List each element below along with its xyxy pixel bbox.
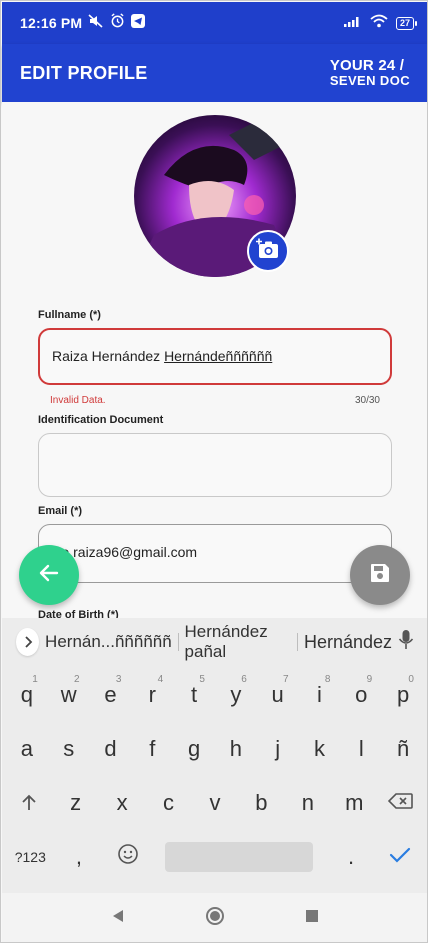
battery-icon: 27	[395, 16, 418, 30]
change-photo-button[interactable]	[247, 230, 289, 272]
email-label: Email (*)	[38, 505, 83, 517]
key-hint: 4	[157, 674, 164, 685]
suggestion-3[interactable]: Hernández	[298, 632, 398, 653]
phone-screen: 12:16 PM 27 EDIT PROFILE YOUR 24 / SEVEN…	[0, 0, 428, 943]
profile-form: Fullname (*) Raiza Hernández Hernándeñññ…	[2, 102, 427, 621]
key-l[interactable]: l	[340, 724, 382, 774]
alarm-icon	[110, 13, 125, 33]
emoji-icon	[117, 843, 139, 871]
save-icon	[369, 562, 391, 589]
key-hint: 9	[366, 674, 373, 685]
key-hint: 0	[408, 674, 414, 685]
wifi-icon	[370, 14, 388, 33]
backspace-key[interactable]	[378, 778, 424, 828]
save-button[interactable]	[350, 545, 410, 605]
email-field[interactable]: dre.raiza96@gmail.com	[38, 524, 392, 583]
key-f[interactable]: f	[131, 724, 173, 774]
expand-suggestions-button[interactable]	[16, 628, 40, 656]
key-y[interactable]: y6	[215, 670, 257, 720]
key-m[interactable]: m	[331, 778, 377, 828]
enter-key[interactable]	[375, 832, 424, 882]
key-a[interactable]: a	[6, 724, 48, 774]
key-p[interactable]: p0	[382, 670, 424, 720]
key-q[interactable]: q1	[6, 670, 48, 720]
nav-home-icon[interactable]	[205, 906, 225, 931]
key-s[interactable]: s	[48, 724, 90, 774]
arrow-left-icon	[38, 562, 60, 589]
key-x[interactable]: x	[99, 778, 145, 828]
fullname-label: Fullname (*)	[38, 309, 101, 321]
key-hint: 8	[324, 674, 331, 685]
nav-back-icon[interactable]	[111, 909, 125, 928]
symbols-key[interactable]: ?123	[6, 832, 55, 882]
signal-icon	[343, 14, 362, 32]
key-w[interactable]: w2	[48, 670, 90, 720]
logo-line-1: YOUR 24 /	[329, 57, 405, 74]
system-nav-bar	[2, 893, 427, 942]
backspace-icon	[387, 790, 414, 816]
key-k[interactable]: k	[299, 724, 341, 774]
suggestion-2[interactable]: Hernández pañal	[179, 622, 298, 662]
key-hint: 5	[199, 674, 205, 685]
mute-icon	[88, 13, 104, 33]
key-j[interactable]: j	[257, 724, 299, 774]
key-c[interactable]: c	[145, 778, 191, 828]
keyboard-row-1: q1w2e3r4t5y6u7i8o9p0	[2, 670, 427, 720]
key-g[interactable]: g	[173, 724, 215, 774]
back-button[interactable]	[19, 545, 79, 605]
keyboard-row-3: zxcvbnm	[2, 778, 427, 828]
status-bar: 12:16 PM 27	[2, 2, 427, 44]
key-v[interactable]: v	[192, 778, 238, 828]
microphone-icon[interactable]	[398, 629, 414, 656]
key-n[interactable]: n	[285, 778, 331, 828]
logo-line-2: SEVEN DOC	[329, 73, 410, 88]
key-d[interactable]: d	[90, 724, 132, 774]
suggestion-1[interactable]: Hernán...ññññññ	[39, 632, 178, 652]
add-photo-camera-icon	[256, 238, 280, 265]
soft-keyboard: Hernán...ññññññ Hernández pañal Hernánde…	[2, 618, 427, 893]
key-ñ[interactable]: ñ	[382, 724, 424, 774]
page-title: EDIT PROFILE	[20, 62, 148, 83]
key-b[interactable]: b	[238, 778, 284, 828]
fullname-field[interactable]: Raiza Hernández Hernándeññññññ	[38, 328, 392, 385]
checkmark-icon	[389, 844, 411, 870]
key-u[interactable]: u7	[257, 670, 299, 720]
key-hint: 3	[115, 674, 122, 685]
key-o[interactable]: o9	[340, 670, 382, 720]
emoji-key[interactable]	[103, 832, 152, 882]
fullname-composing-text: Hernándeññññññ	[164, 348, 273, 364]
app-bar: EDIT PROFILE YOUR 24 / SEVEN DOC	[2, 44, 427, 102]
status-time: 12:16 PM	[20, 15, 83, 31]
keyboard-row-2: asdfghjklñ	[2, 724, 427, 774]
key-z[interactable]: z	[52, 778, 98, 828]
fullname-counter: 30/30	[354, 395, 380, 406]
key-hint: 1	[32, 674, 38, 685]
identification-field[interactable]	[38, 433, 392, 497]
key-h[interactable]: h	[215, 724, 257, 774]
space-key[interactable]	[152, 832, 327, 882]
fullname-error: Invalid Data.	[50, 395, 106, 406]
key-r[interactable]: r4	[131, 670, 173, 720]
comma-key[interactable]: ,	[55, 832, 104, 882]
keyboard-row-4: ?123 , .	[2, 832, 427, 882]
key-hint: 6	[241, 674, 247, 685]
identification-label: Identification Document	[38, 414, 164, 426]
key-hint: 2	[74, 674, 80, 685]
key-hint: 7	[283, 674, 289, 685]
fullname-value: Raiza Hernández Hernándeññññññ	[52, 348, 273, 364]
period-key[interactable]: .	[327, 832, 376, 882]
suggestion-bar: Hernán...ññññññ Hernández pañal Hernánde…	[2, 618, 427, 666]
telegram-icon	[131, 13, 146, 33]
app-logo: YOUR 24 / SEVEN DOC	[330, 58, 410, 88]
shift-key[interactable]	[6, 778, 52, 828]
key-t[interactable]: t5	[173, 670, 215, 720]
nav-recents-icon[interactable]	[305, 909, 319, 928]
key-e[interactable]: e3	[90, 670, 132, 720]
key-i[interactable]: i8	[299, 670, 341, 720]
